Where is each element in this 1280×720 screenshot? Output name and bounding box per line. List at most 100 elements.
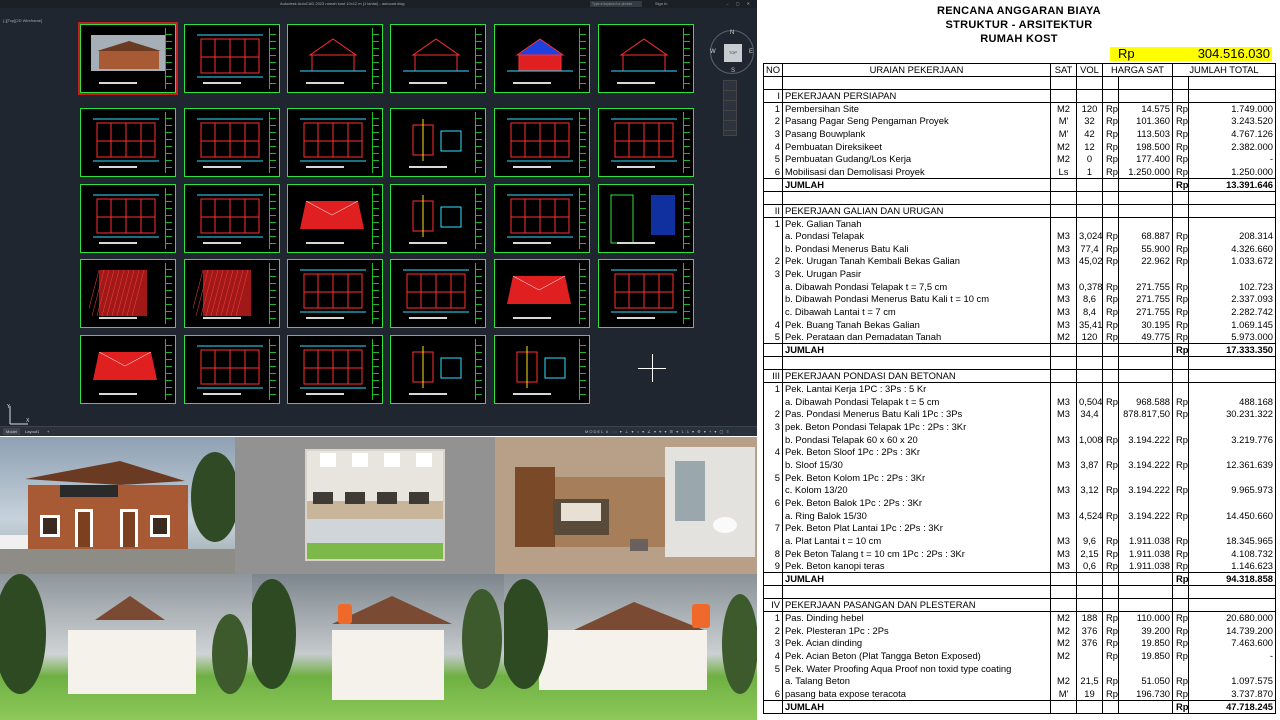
pan-icon[interactable] — [724, 81, 736, 91]
item-total: 102.723 — [1187, 280, 1277, 294]
cell-rp — [1102, 343, 1119, 358]
steering-wheel-icon[interactable] — [724, 121, 736, 131]
cell-desc — [782, 76, 1051, 90]
item-description: Pek. Plesteran 1Pc : 2Ps — [782, 624, 1051, 637]
item-row: 4 Pek. Buang Tanah Bekas Galian M3 35,41 Rp 3… — [763, 318, 1277, 332]
drawing-sheet[interactable] — [494, 335, 590, 404]
tab-model[interactable]: Model — [3, 428, 20, 435]
item-price-currency — [1102, 662, 1119, 675]
drawing-sheet[interactable] — [287, 259, 383, 328]
viewcube-face-top[interactable]: TOP — [724, 44, 742, 62]
drawing-sheet[interactable] — [184, 259, 280, 328]
viewcube-east[interactable]: E — [749, 49, 753, 55]
item-volume: 0,378 — [1076, 280, 1103, 294]
item-description: a. Dibawah Pondasi Telapak t = 7,5 cm — [782, 280, 1051, 294]
drawing-sheet[interactable] — [598, 259, 694, 328]
item-total-currency — [1172, 382, 1189, 396]
zoom-icon[interactable] — [724, 91, 736, 101]
item-volume — [1076, 420, 1103, 434]
item-row: c. Dibawah Lantai t = 7 cm M3 8,4 Rp 271.755… — [763, 305, 1277, 319]
status-toggle-icons[interactable]: # ::: ▾ ⊥ ▾ ○ ▾ ∠ ▾ ⌖ ▾ ☰ ▾ 1:1 ▾ ⚙ ▾ + … — [606, 429, 730, 434]
showmotion-icon[interactable] — [724, 111, 736, 121]
viewcube[interactable]: N W E S TOP — [710, 30, 754, 74]
cell-price — [1118, 572, 1173, 587]
drawing-sheet[interactable] — [390, 24, 486, 93]
drawing-sheet[interactable] — [390, 259, 486, 328]
drawing-sheet[interactable] — [184, 24, 280, 93]
item-unit-price: 196.730 — [1118, 687, 1173, 701]
drawing-sheet[interactable] — [287, 24, 383, 93]
item-volume: 8,4 — [1076, 305, 1103, 319]
item-unit-price: 1.250.000 — [1118, 165, 1173, 179]
tab-add-layout[interactable]: + — [44, 428, 52, 435]
drawing-sheet[interactable] — [80, 108, 176, 177]
drawing-sheet[interactable] — [184, 335, 280, 404]
viewport-label[interactable]: [-][Top][2D Wireframe] — [3, 18, 42, 23]
drawing-sheet[interactable] — [598, 108, 694, 177]
drawing-sheet[interactable] — [390, 184, 486, 253]
item-row: 6 Pek. Beton Balok 1Pc : 2Ps : 3Kr — [763, 496, 1277, 510]
cell-rp — [1102, 572, 1119, 587]
item-number — [763, 484, 783, 497]
drawing-sheet[interactable] — [390, 335, 486, 404]
item-number: 6 — [763, 687, 783, 701]
item-total — [1187, 446, 1277, 459]
drawing-sheet[interactable] — [184, 184, 280, 253]
item-description: c. Dibawah Lantai t = 7 cm — [782, 305, 1051, 319]
orbit-icon[interactable] — [724, 101, 736, 111]
cad-drawing-area[interactable]: [-][Top][2D Wireframe] N W E S TOP YX — [0, 8, 757, 426]
cell-rp — [1102, 699, 1119, 714]
item-row: a. Plat Lantai t = 10 cm M3 9,6 Rp 1.911.038… — [763, 534, 1277, 548]
cad-search-input[interactable]: Type a keyword or phrase — [590, 1, 642, 7]
item-unit: M3 — [1050, 509, 1077, 523]
ucs-icon: YX — [6, 404, 30, 425]
drawing-sheet[interactable] — [80, 184, 176, 253]
drawing-sheet[interactable] — [184, 108, 280, 177]
item-unit — [1050, 217, 1077, 230]
item-row: 5 Pembuatan Gudang/Los Kerja M2 0 Rp 177.400 R… — [763, 152, 1277, 166]
drawing-sheet[interactable] — [494, 259, 590, 328]
item-total: - — [1187, 152, 1277, 166]
drawing-sheet[interactable] — [494, 108, 590, 177]
cell-unit — [1050, 177, 1077, 192]
item-unit-price — [1118, 522, 1173, 535]
item-unit: M3 — [1050, 318, 1077, 332]
item-unit — [1050, 446, 1077, 459]
navigation-bar[interactable] — [723, 80, 737, 136]
item-row: b. Pondasi Telapak 60 x 60 x 20 M3 1,008 Rp… — [763, 433, 1277, 446]
drawing-sheet[interactable] — [494, 24, 590, 93]
drawing-sheet[interactable] — [78, 22, 178, 95]
cell-unit — [1050, 585, 1077, 599]
drawing-sheet[interactable] — [494, 184, 590, 253]
item-description: Pembersihan Site — [782, 102, 1051, 115]
drawing-sheet[interactable] — [390, 108, 486, 177]
tab-layout1[interactable]: Layout1 — [22, 428, 42, 435]
drawing-sheet[interactable] — [287, 184, 383, 253]
drawing-sheet[interactable] — [598, 184, 694, 253]
item-unit: M3 — [1050, 407, 1077, 421]
drawing-sheet[interactable] — [287, 335, 383, 404]
status-model-label[interactable]: MODEL — [585, 429, 604, 434]
item-total-currency — [1172, 522, 1189, 535]
drawing-sheet[interactable] — [287, 108, 383, 177]
subtotal-value: 17.333.350 — [1187, 343, 1277, 358]
item-volume: 35,41 — [1076, 318, 1103, 332]
item-price-currency: Rp — [1102, 102, 1119, 115]
item-row: 5 Pek. Perataan dan Pemadatan Tanah M2 120 R… — [763, 331, 1277, 344]
viewcube-west[interactable]: W — [710, 49, 716, 55]
item-number — [763, 395, 783, 408]
item-row: c. Kolom 13/20 M3 3,12 Rp 3.194.222 Rp 9.965.9… — [763, 484, 1277, 497]
item-total: 208.314 — [1187, 229, 1277, 243]
viewcube-north[interactable]: N — [730, 30, 734, 36]
window-controls[interactable]: – ▢ ✕ — [726, 0, 753, 8]
item-number: 9 — [763, 560, 783, 573]
drawing-sheet[interactable] — [80, 259, 176, 328]
drawing-sheet[interactable] — [598, 24, 694, 93]
viewcube-south[interactable]: S — [731, 68, 735, 74]
subtotal-currency: Rp — [1172, 572, 1189, 587]
cell-price — [1118, 88, 1173, 103]
header-unit: SAT — [1050, 63, 1077, 77]
cell-price — [1118, 76, 1173, 90]
drawing-sheet[interactable] — [80, 335, 176, 404]
sign-in-button[interactable]: Sign In — [655, 0, 667, 8]
